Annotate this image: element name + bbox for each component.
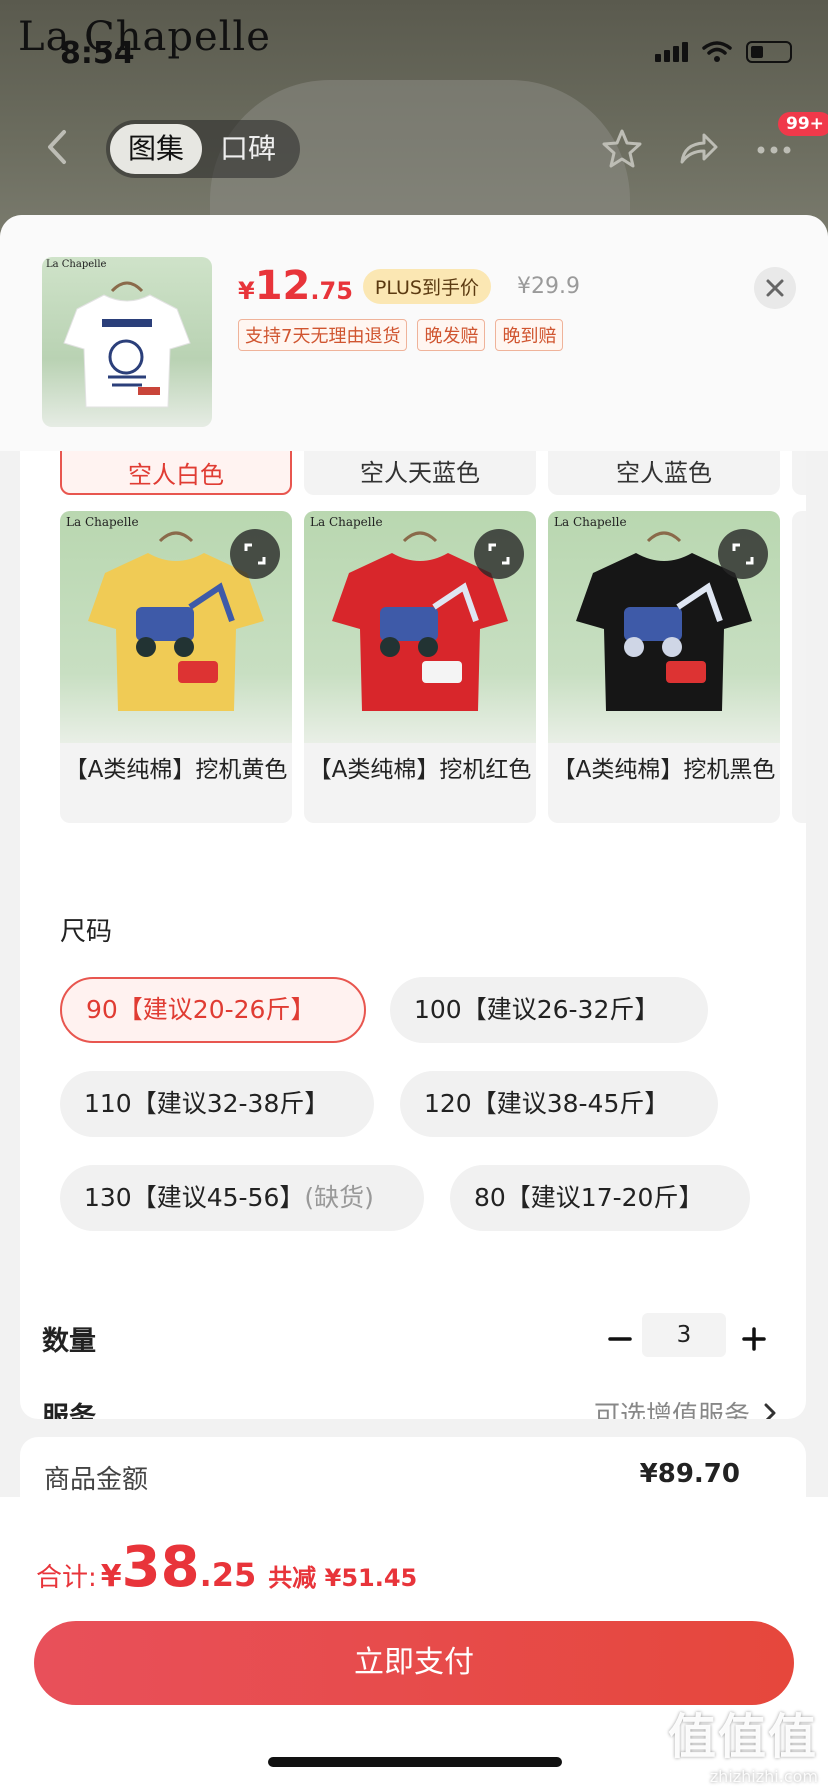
price-integer: 12 xyxy=(254,263,311,309)
color-option-blue[interactable]: 空人蓝色 xyxy=(548,451,780,495)
chevron-right-icon[interactable] xyxy=(760,1401,780,1419)
star-icon[interactable] xyxy=(600,126,644,170)
expand-icon[interactable] xyxy=(718,529,768,579)
gallery-tabs: 图集 口碑 xyxy=(106,120,300,178)
color-brand: La Chapelle xyxy=(310,515,383,529)
size-label: 130【建议45-56】 xyxy=(84,1183,305,1212)
size-option-80[interactable]: 80【建议17-20斤】 xyxy=(450,1165,750,1231)
size-option-130[interactable]: 130【建议45-56】(缺货) xyxy=(60,1165,424,1231)
back-icon[interactable] xyxy=(38,124,78,170)
tab-gallery[interactable]: 图集 xyxy=(110,124,203,174)
price-row: ¥ 12 .75 PLUS到手价 ¥29.9 xyxy=(238,263,580,309)
tab-reviews[interactable]: 口碑 xyxy=(202,124,294,174)
status-time: 8:54 xyxy=(60,36,135,71)
service-label: 服务 xyxy=(42,1402,96,1419)
color-brand: La Chapelle xyxy=(554,515,627,529)
watermark-url: zhizhizhi.com xyxy=(709,1767,818,1786)
size-option-90[interactable]: 90【建议20-26斤】 xyxy=(60,977,366,1043)
top-nav: 图集 口碑 99+ xyxy=(0,112,828,182)
quantity-value[interactable]: 3 xyxy=(642,1313,726,1357)
sheet-header: La Chapelle ¥ 12 .75 PLUS到手价 ¥29.9 支持7天无… xyxy=(0,215,828,451)
total-integer: 38 xyxy=(121,1535,200,1600)
out-of-stock-label: (缺货) xyxy=(304,1183,374,1212)
more-badge: 99+ xyxy=(778,112,828,136)
color-option-partial[interactable] xyxy=(792,451,806,495)
tag-late-arrive: 晚到赔 xyxy=(495,319,564,351)
color-option-yellow[interactable]: La Chapelle 【A类纯棉】挖机黄色 xyxy=(60,511,292,823)
color-option-white[interactable]: 空人白色 xyxy=(60,451,292,495)
tag-return: 支持7天无理由退货 xyxy=(238,319,408,351)
battery-icon xyxy=(746,41,792,63)
goods-amount-value: ¥89.70 xyxy=(639,1459,740,1489)
quantity-label: 数量 xyxy=(42,1326,96,1357)
white-shirt-image xyxy=(63,281,191,408)
wifi-icon xyxy=(702,41,732,62)
share-icon[interactable] xyxy=(676,126,720,170)
product-thumbnail[interactable]: La Chapelle xyxy=(42,257,212,427)
brand-logo: La Chapelle xyxy=(18,14,271,60)
close-icon[interactable] xyxy=(754,267,796,309)
total-symbol: ¥ xyxy=(100,1559,122,1594)
signal-icon xyxy=(655,42,688,62)
total-label: 合计: xyxy=(36,1563,97,1593)
thumbnail-brand: La Chapelle xyxy=(46,259,107,270)
expand-icon[interactable] xyxy=(474,529,524,579)
color-name: 【A类纯棉】挖机黑色 xyxy=(552,757,776,783)
watermark-logo: 值值值 xyxy=(667,1709,818,1765)
plus-price-tag: PLUS到手价 xyxy=(362,268,491,304)
status-icons xyxy=(655,40,792,64)
total-decimal: .25 xyxy=(199,1556,257,1594)
color-option-sky-blue[interactable]: 空人天蓝色 xyxy=(304,451,536,495)
service-value[interactable]: 可选增值服务 xyxy=(594,1395,750,1419)
color-option-black[interactable]: La Chapelle 【A类纯棉】挖机黑色 xyxy=(548,511,780,823)
price-decimal: .75 xyxy=(310,277,353,305)
expand-icon[interactable] xyxy=(230,529,280,579)
original-price: ¥29.9 xyxy=(516,273,580,299)
price-symbol: ¥ xyxy=(238,277,255,305)
site-watermark: 值值值 zhizhizhi.com xyxy=(668,1697,818,1786)
goods-amount-label: 商品金额 xyxy=(44,1465,149,1495)
size-option-120[interactable]: 120【建议38-45斤】 xyxy=(400,1071,718,1137)
checkout-footer: 合计: ¥ 38 .25 共减 ¥51.45 立即支付 值值值 zhizhizh… xyxy=(0,1497,828,1792)
size-option-100[interactable]: 100【建议26-32斤】 xyxy=(390,977,708,1043)
color-name: 【A类纯棉】挖机红色 xyxy=(308,757,532,783)
minus-icon[interactable] xyxy=(600,1319,640,1359)
total-row: 合计: ¥ 38 .25 共减 ¥51.45 xyxy=(36,1535,417,1600)
color-brand: La Chapelle xyxy=(66,515,139,529)
total-discount: 共减 ¥51.45 xyxy=(268,1564,418,1592)
tag-late-ship: 晚发赔 xyxy=(417,319,486,351)
home-indicator xyxy=(268,1757,562,1767)
service-tags: 支持7天无理由退货 晚发赔 晚到赔 xyxy=(238,319,564,351)
color-option-partial[interactable] xyxy=(792,511,806,823)
color-name: 【A类纯棉】挖机黄色 xyxy=(64,757,288,783)
sku-card: 空人白色 空人天蓝色 空人蓝色 La Chapelle 【A类纯棉】挖机黄色 L… xyxy=(20,451,806,1419)
color-option-red[interactable]: La Chapelle 【A类纯棉】挖机红色 xyxy=(304,511,536,823)
size-option-110[interactable]: 110【建议32-38斤】 xyxy=(60,1071,374,1137)
plus-icon[interactable] xyxy=(734,1319,774,1359)
pay-now-button[interactable]: 立即支付 xyxy=(34,1621,794,1705)
size-title: 尺码 xyxy=(60,917,113,947)
